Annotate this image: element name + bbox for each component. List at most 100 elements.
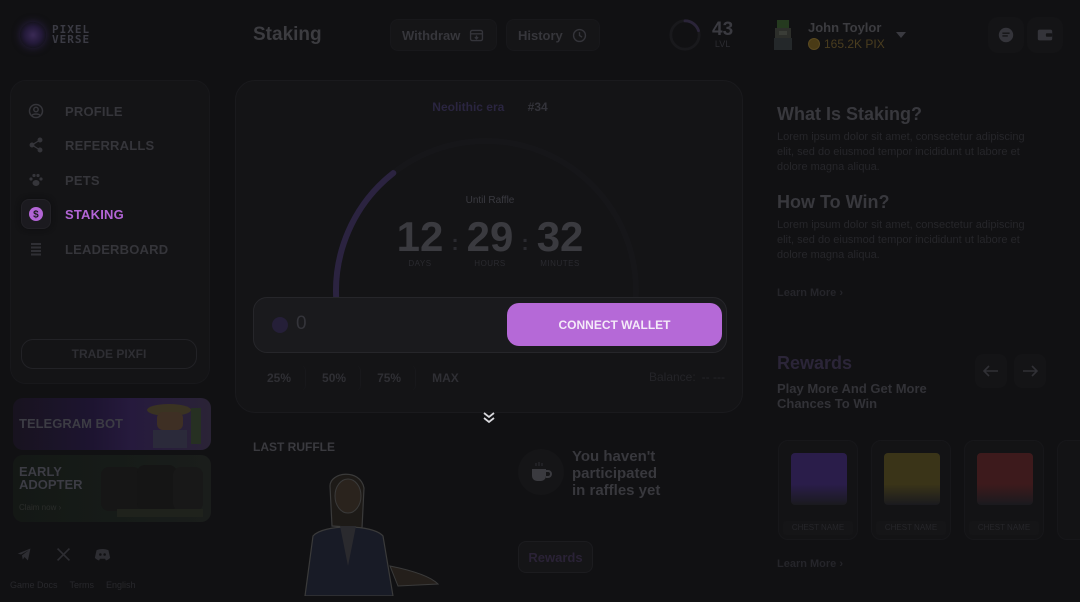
early-adopter-image: [101, 465, 203, 517]
sidebar-item-label: STAKING: [65, 206, 124, 222]
chevron-down-icon[interactable]: [896, 32, 906, 38]
balance-value: -- ---: [701, 370, 725, 384]
percent-buttons: 25% 50% 75% MAX: [253, 365, 473, 391]
countdown-hours: 29 HOURS: [466, 213, 514, 269]
social-links: [16, 546, 111, 563]
sidebar-item-label: PETS: [65, 172, 100, 188]
arrow-left-icon: [983, 365, 998, 377]
countdown-timer: 12 DAYS : 29 HOURS : 32 MINUTES: [236, 215, 744, 271]
reward-chest-card-partial[interactable]: [1057, 440, 1080, 540]
sidebar-item-pets[interactable]: PETS: [21, 165, 100, 195]
user-circle-icon: [28, 103, 44, 119]
telegram-bot-banner[interactable]: TELEGRAM BOT: [13, 398, 211, 450]
level-progress-ring: [669, 19, 701, 51]
sidebar-item-profile[interactable]: PROFILE: [21, 96, 123, 126]
user-name: John Toylor: [808, 19, 882, 35]
dollar-coin-icon: $: [29, 207, 43, 221]
sidebar-item-staking[interactable]: $ STAKING: [21, 199, 124, 229]
learn-more-link[interactable]: Learn More ›: [777, 287, 843, 299]
what-is-staking-title: What Is Staking?: [777, 104, 923, 124]
user-menu[interactable]: John Toylor 165.2K PIX: [768, 18, 885, 52]
withdraw-label: Withdraw: [402, 27, 461, 43]
page-title: Staking: [253, 24, 322, 45]
user-balance: 165.2K PIX: [824, 36, 885, 51]
rewards-prev-button[interactable]: [975, 354, 1007, 388]
withdraw-button[interactable]: Withdraw: [390, 19, 498, 51]
era-number: #34: [527, 100, 548, 114]
double-chevron-down-icon[interactable]: [481, 411, 497, 425]
withdraw-icon: [470, 29, 484, 41]
trade-pixfi-button[interactable]: TRADE PIXFI: [21, 339, 197, 369]
rewards-learn-more-link[interactable]: Learn More ›: [777, 558, 843, 570]
last-raffle-title: LAST RUFFLE: [253, 440, 335, 454]
reward-chest-card[interactable]: CHEST NAME: [778, 440, 858, 540]
how-to-win-text: Lorem ipsum dolor sit amet, consectetur …: [777, 219, 1025, 261]
sidebar-item-label: LEADERBOARD: [65, 241, 169, 257]
max-button[interactable]: MAX: [418, 365, 473, 391]
era-name: Neolithic era: [432, 100, 505, 114]
rewards-button[interactable]: Rewards: [518, 541, 593, 573]
early-adopter-banner[interactable]: EARLY ADOPTER Claim now ›: [13, 455, 211, 522]
level-label: LVL: [714, 39, 731, 49]
stake-amount-bar: 0 CONNECT WALLET: [253, 297, 727, 353]
claim-now-link[interactable]: Claim now ›: [19, 503, 61, 512]
telegram-icon[interactable]: [16, 546, 33, 563]
what-is-staking-text: Lorem ipsum dolor sit amet, consectetur …: [777, 131, 1025, 173]
wallet-button[interactable]: [1027, 17, 1063, 53]
era-info: Neolithic era #34: [236, 100, 744, 114]
stake-amount-input[interactable]: 0: [296, 313, 307, 335]
chest-name: CHEST NAME: [783, 521, 853, 535]
paw-icon: [29, 173, 43, 186]
arrow-right-icon: [1023, 365, 1038, 377]
svg-text:$: $: [33, 210, 39, 221]
logo-text-line2: VERSE: [52, 33, 91, 46]
rewards-next-button[interactable]: [1014, 354, 1046, 388]
logo[interactable]: PIXEL VERSE: [20, 22, 90, 48]
coffee-cup-icon: [518, 449, 564, 495]
reward-chest-card[interactable]: CHEST NAME: [871, 440, 951, 540]
countdown-minutes: 32 MINUTES: [536, 213, 584, 269]
discord-icon[interactable]: [94, 546, 111, 563]
logo-orb-icon: [20, 22, 46, 48]
chest-name: CHEST NAME: [876, 521, 946, 535]
early-adopter-title-line2: ADOPTER: [19, 477, 83, 492]
confused-man-illustration: [304, 473, 440, 596]
balance-label: Balance:: [648, 370, 696, 384]
percent-25-button[interactable]: 25%: [253, 365, 307, 391]
pix-coin-icon: [808, 37, 820, 50]
connect-wallet-button[interactable]: CONNECT WALLET: [507, 303, 722, 346]
level-value: 43: [712, 19, 734, 40]
sidebar-item-leaderboard[interactable]: LEADERBOARD: [21, 234, 168, 264]
rewards-subtitle: Play More And Get More Chances To Win: [777, 381, 927, 411]
percent-75-button[interactable]: 75%: [363, 365, 417, 391]
chest-name: CHEST NAME: [969, 521, 1039, 535]
history-clock-icon: [572, 28, 586, 42]
chat-icon: [998, 27, 1014, 43]
cat-character-image: [147, 404, 201, 448]
history-label: History: [518, 27, 563, 43]
sidebar-item-label: REFERRALLS: [65, 137, 155, 153]
wallet-icon: [1037, 29, 1053, 41]
balance-info: Balance: -- ---: [649, 370, 725, 384]
footer-links: Game Docs Terms English: [10, 580, 136, 590]
x-twitter-icon[interactable]: [55, 546, 72, 563]
chest-image: [884, 453, 940, 505]
chat-button[interactable]: [988, 17, 1024, 53]
footer-link-docs[interactable]: Game Docs: [10, 580, 58, 590]
history-button[interactable]: History: [506, 19, 600, 51]
sidebar-item-label: PROFILE: [65, 103, 123, 119]
reward-chest-card[interactable]: CHEST NAME: [964, 440, 1044, 540]
footer-link-language[interactable]: English: [106, 580, 136, 590]
level-indicator: 43 LVL: [668, 18, 733, 52]
percent-50-button[interactable]: 50%: [308, 365, 362, 391]
staking-card: Neolithic era #34 Until Raffle 12 DAYS :…: [235, 80, 743, 413]
countdown-days: 12 DAYS: [396, 213, 444, 269]
sidebar-item-referralls[interactable]: REFERRALLS: [21, 130, 154, 160]
chest-image: [791, 453, 847, 505]
countdown-separator: :: [451, 230, 459, 255]
rewards-title: Rewards: [777, 353, 853, 373]
no-participation-message: You haven't participated in raffles yet: [572, 448, 661, 499]
share-icon: [29, 137, 43, 153]
footer-link-terms[interactable]: Terms: [70, 580, 95, 590]
telegram-bot-title: TELEGRAM BOT: [19, 416, 123, 431]
